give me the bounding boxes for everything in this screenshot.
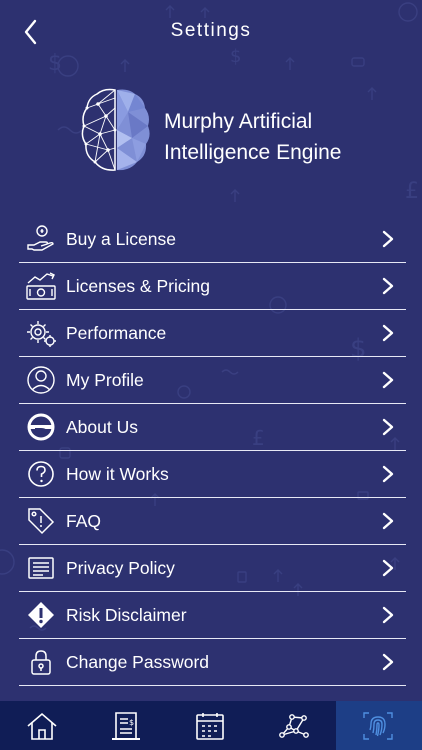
settings-menu: Buy a License Licenses & Pricing Perform…	[19, 216, 406, 686]
brand-name-line2: Intelligence Engine	[164, 141, 342, 164]
svg-text:£: £	[405, 179, 419, 204]
network-icon	[279, 714, 309, 738]
menu-item-label: FAQ	[66, 511, 102, 531]
header: Settings	[0, 0, 422, 64]
menu-item-faq[interactable]: FAQ	[19, 498, 406, 545]
menu-item-my-profile[interactable]: My Profile	[19, 357, 406, 404]
chevron-right-icon	[382, 230, 394, 248]
brain-logo-icon	[81, 88, 150, 171]
menu-item-label: Privacy Policy	[66, 558, 175, 578]
tab-home[interactable]	[0, 701, 84, 750]
document-list-icon	[28, 557, 54, 579]
money-chart-icon	[26, 272, 56, 300]
gears-icon	[27, 321, 56, 347]
hand-coin-icon	[27, 225, 54, 251]
menu-item-about-us[interactable]: About Us	[19, 404, 406, 451]
svg-text:$: $	[129, 718, 134, 727]
chevron-right-icon	[382, 371, 394, 389]
faq-tag-icon	[28, 508, 55, 535]
brand-s-icon	[27, 413, 55, 441]
chevron-right-icon	[382, 277, 394, 295]
chevron-right-icon	[382, 512, 394, 530]
menu-item-risk-disclaimer[interactable]: Risk Disclaimer	[19, 592, 406, 639]
tab-network[interactable]	[252, 701, 336, 750]
brand-name: Murphy Artificial Intelligence Engine	[164, 106, 384, 168]
chevron-right-icon	[382, 465, 394, 483]
menu-item-licenses-pricing[interactable]: Licenses & Pricing	[19, 263, 406, 310]
fingerprint-icon	[363, 712, 393, 740]
receipt-icon: $	[112, 712, 140, 740]
menu-item-how-it-works[interactable]: How it Works	[19, 451, 406, 498]
menu-item-label: Performance	[66, 323, 167, 343]
chevron-right-icon	[382, 324, 394, 342]
brand: Murphy Artificial Intelligence Engine	[80, 86, 380, 176]
question-icon	[28, 461, 54, 487]
page-title: Settings	[170, 20, 252, 41]
menu-item-label: Change Password	[66, 652, 209, 672]
menu-item-label: Buy a License	[66, 229, 176, 249]
tab-fingerprint[interactable]	[336, 701, 422, 750]
lock-icon	[31, 650, 51, 675]
menu-item-label: Risk Disclaimer	[66, 605, 187, 625]
menu-item-privacy-policy[interactable]: Privacy Policy	[19, 545, 406, 592]
menu-item-label: My Profile	[66, 370, 144, 390]
chevron-right-icon	[382, 559, 394, 577]
chevron-right-icon	[382, 653, 394, 671]
brand-name-line1: Murphy Artificial	[164, 110, 313, 133]
calendar-icon	[196, 713, 224, 740]
menu-item-buy-license[interactable]: Buy a License	[19, 216, 406, 263]
user-icon	[27, 366, 55, 394]
tab-calendar[interactable]	[168, 701, 252, 750]
home-icon	[27, 712, 57, 740]
menu-item-label: Licenses & Pricing	[66, 276, 210, 296]
tab-receipt[interactable]: $	[84, 701, 168, 750]
menu-item-label: How it Works	[66, 464, 169, 484]
chevron-right-icon	[382, 606, 394, 624]
menu-item-change-password[interactable]: Change Password	[19, 639, 406, 686]
chevron-right-icon	[382, 418, 394, 436]
menu-item-performance[interactable]: Performance	[19, 310, 406, 357]
bottom-tab-bar: $	[0, 701, 422, 750]
warning-icon	[28, 602, 54, 628]
menu-item-label: About Us	[66, 417, 138, 437]
